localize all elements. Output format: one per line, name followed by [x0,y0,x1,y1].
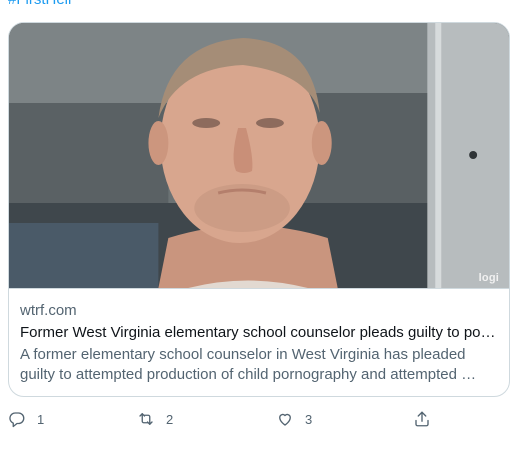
share-button[interactable] [413,405,431,433]
like-button[interactable]: 3 [276,405,312,433]
link-preview-card[interactable]: logi wtrf.com Former West Virginia eleme… [8,22,510,397]
card-description: A former elementary school counselor in … [20,346,477,383]
mugshot-photo [9,23,509,288]
hashtag-link[interactable]: #FirstHell [8,0,71,9]
tweet-actions: 1 2 3 [0,405,510,433]
card-domain: wtrf.com [20,302,77,319]
image-watermark: logi [478,272,499,284]
card-text[interactable]: wtrf.com Former West Virginia elementary… [9,288,509,385]
like-count: 3 [305,411,313,427]
retweet-icon [139,413,153,425]
reply-count: 1 [37,411,45,427]
tweet-page: #FirstHell [0,0,510,456]
card-image[interactable]: logi [9,23,509,288]
reply-button[interactable]: 1 [8,405,44,433]
reply-icon [9,412,25,428]
like-icon [279,413,291,426]
retweet-button[interactable]: 2 [137,405,173,433]
card-headline: Former West Virginia elementary school c… [20,324,498,341]
retweet-count: 2 [166,411,174,427]
share-icon [415,411,429,427]
